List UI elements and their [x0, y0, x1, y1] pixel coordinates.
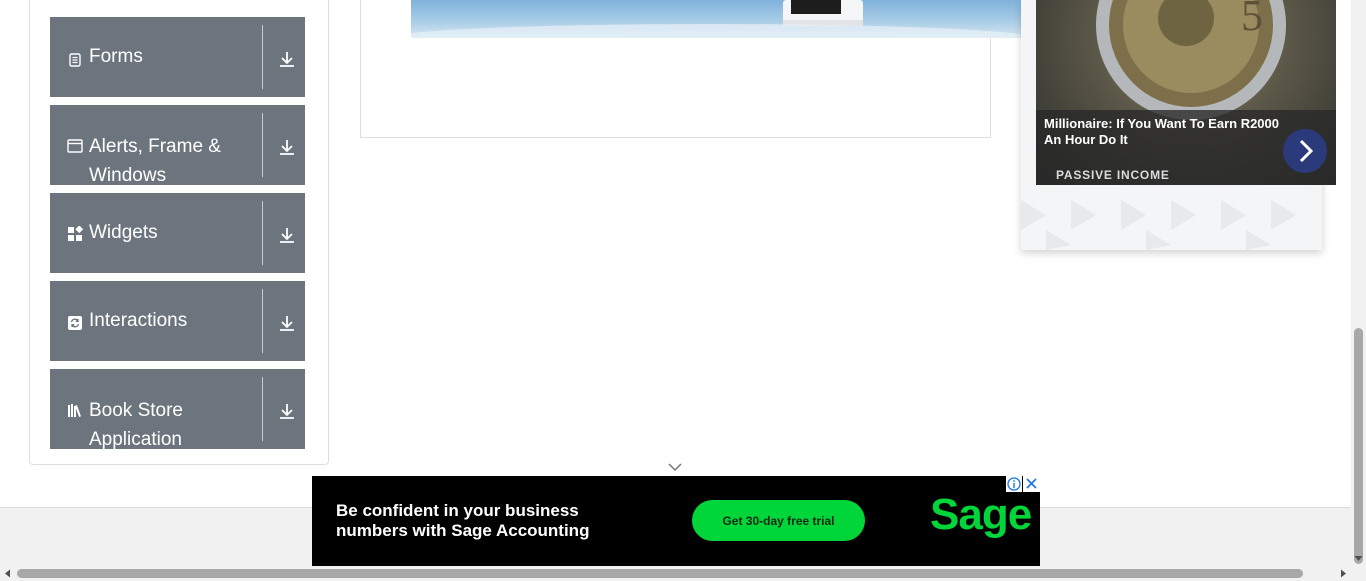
bottom-ad-headline: Be confident in your business numbers wi… — [336, 501, 590, 540]
group-forms[interactable]: Forms — [50, 17, 305, 97]
group-alerts-label: Alerts, Frame & Windows — [89, 136, 221, 186]
group-interactions-label: Interactions — [89, 310, 188, 331]
download-icon[interactable] — [278, 138, 296, 156]
document-icon — [69, 53, 81, 67]
download-icon[interactable] — [278, 402, 296, 420]
group-widgets-label: Widgets — [89, 222, 158, 243]
refresh-icon — [68, 316, 82, 330]
adchoices-icon[interactable] — [1006, 476, 1022, 492]
svg-text:5: 5 — [1241, 0, 1263, 40]
banner-graphic — [411, 0, 1021, 38]
close-ad-button[interactable] — [1023, 476, 1040, 492]
scroll-left-arrow-icon[interactable] — [0, 566, 15, 581]
books-icon — [68, 404, 81, 417]
group-divider — [262, 289, 263, 353]
group-divider — [262, 377, 263, 441]
group-book-store[interactable]: Book Store Application — [50, 369, 305, 450]
chevron-down-icon[interactable] — [667, 462, 683, 472]
ad-title[interactable]: Millionaire: If You Want To Earn R2000 A… — [1044, 116, 1284, 148]
group-divider — [262, 201, 263, 265]
banner-image[interactable] — [411, 0, 1021, 38]
vertical-scroll-thumb[interactable] — [1354, 328, 1363, 564]
download-icon[interactable] — [278, 50, 296, 68]
chevron-right-icon — [1299, 139, 1314, 163]
group-divider — [262, 25, 263, 89]
free-trial-button[interactable]: Get 30-day free trial — [692, 500, 865, 541]
widgets-icon — [68, 226, 83, 241]
horizontal-scroll-thumb[interactable] — [17, 569, 1303, 578]
brand-logo: Sage — [930, 490, 1032, 539]
ad-next-button[interactable] — [1283, 129, 1327, 173]
ad-sponsor: PASSIVE INCOME — [1056, 168, 1170, 182]
group-alerts-frame-windows[interactable]: Alerts, Frame & Windows — [50, 105, 305, 186]
right-ad[interactable]: 5 Millionaire: If You Want To Earn R2000… — [1036, 0, 1336, 185]
window-icon — [67, 139, 83, 153]
scroll-down-arrow-icon[interactable] — [1351, 551, 1366, 566]
group-divider — [262, 113, 263, 177]
group-interactions[interactable]: Interactions — [50, 281, 305, 361]
close-icon — [1026, 478, 1037, 489]
group-book-store-label: Book Store Application — [89, 400, 183, 450]
bottom-ad[interactable]: Be confident in your business numbers wi… — [312, 476, 1040, 566]
download-icon[interactable] — [278, 314, 296, 332]
group-widgets[interactable]: Widgets — [50, 193, 305, 273]
scroll-right-arrow-icon[interactable] — [1336, 566, 1351, 581]
download-icon[interactable] — [278, 226, 296, 244]
group-forms-label: Forms — [89, 46, 143, 67]
